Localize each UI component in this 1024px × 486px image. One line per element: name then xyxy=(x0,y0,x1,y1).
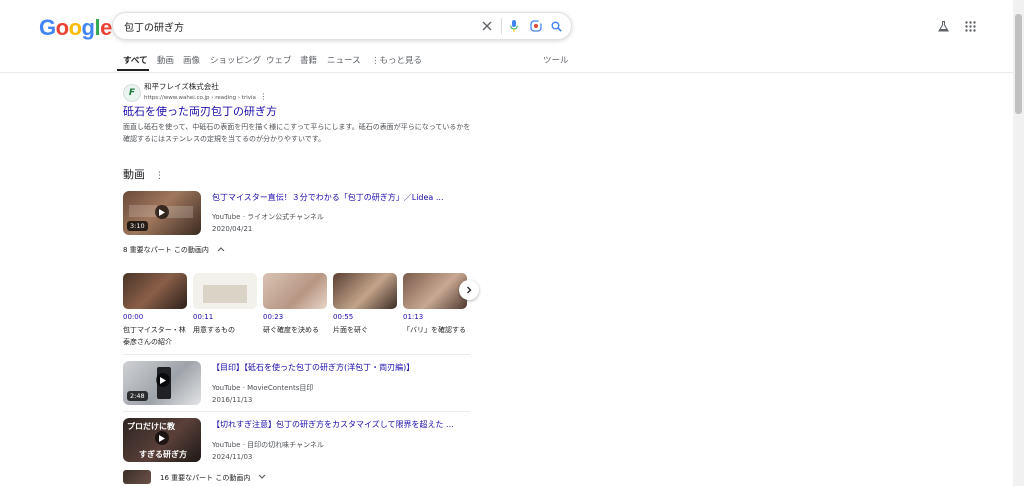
scrollbar-thumb[interactable] xyxy=(1015,14,1022,114)
key-moment-thumbnail[interactable] xyxy=(403,273,467,309)
key-moment-thumbnail[interactable] xyxy=(123,273,187,309)
site-name[interactable]: 和平フレイズ株式会社 xyxy=(144,81,219,92)
logo-letter: e xyxy=(100,15,112,40)
thumbnail-overlay xyxy=(203,285,247,303)
key-moment-time[interactable]: 00:55 xyxy=(333,313,353,321)
key-moments-mini-thumbnail xyxy=(123,470,151,484)
tab-shopping[interactable]: ショッピング xyxy=(210,54,261,66)
result-snippet: 面直し砥石を使って、中砥石の表面を円を描く様にこすって平らにします。砥石の表面が… xyxy=(123,123,471,143)
next-moments-button[interactable] xyxy=(459,280,479,300)
tab-books[interactable]: 書籍 xyxy=(300,54,317,66)
key-moments-toggle[interactable]: 8 重要なパート この動画内 xyxy=(123,245,225,255)
logo-letter: o xyxy=(55,15,69,40)
play-icon xyxy=(155,205,169,219)
key-moment-thumbnail[interactable] xyxy=(263,273,327,309)
thumbnail-text: プロだけに教 xyxy=(127,422,175,431)
video-title-link[interactable]: 【目印】【砥石を使った包丁の研ぎ方(洋包丁・両刃編)】 xyxy=(212,362,414,373)
video-source: YouTube · 目印の切れ味チャンネル xyxy=(212,441,324,449)
chevron-up-icon xyxy=(217,246,225,254)
videos-heading: 動画 ⋮ xyxy=(123,166,164,182)
lens-icon[interactable] xyxy=(528,18,543,34)
tools-button[interactable]: ツール xyxy=(543,54,569,66)
tab-videos[interactable]: 動画 xyxy=(157,54,174,66)
result-title-link[interactable]: 砥石を使った両刃包丁の研ぎ方 xyxy=(123,103,277,119)
tab-web[interactable]: ウェブ xyxy=(266,54,292,66)
logo-letter: G xyxy=(39,15,56,40)
play-icon xyxy=(156,373,170,387)
thumbnail-text: すぎる研ぎ方 xyxy=(139,450,187,459)
video-title-link[interactable]: 【切れすぎ注意】包丁の研ぎ方をカスタマイズして限界を超えた ... xyxy=(212,419,454,430)
video-date: 2020/04/21 xyxy=(212,225,253,233)
tab-more[interactable]: ⋮もっと見る xyxy=(371,54,422,66)
key-moment-time[interactable]: 00:23 xyxy=(263,313,283,321)
flask-icon[interactable] xyxy=(936,19,950,33)
video-source: YouTube · MovieContents目印 xyxy=(212,384,314,392)
apps-grid-icon[interactable] xyxy=(963,19,977,33)
video-date: 2016/11/13 xyxy=(212,396,253,404)
tab-more-label: もっと見る xyxy=(379,56,423,66)
key-moments-label: 8 重要なパート この動画内 xyxy=(123,246,209,254)
videos-heading-label: 動画 xyxy=(123,168,145,181)
more-vert-icon[interactable]: ⋮ xyxy=(155,171,164,181)
tab-all[interactable]: すべて xyxy=(123,54,148,66)
google-logo[interactable]: Google xyxy=(39,15,112,41)
result-url-text: https://www.wahei.co.jp › reading › triv… xyxy=(144,95,256,101)
video-thumbnail[interactable]: 3:10 xyxy=(123,191,201,235)
more-vert-icon[interactable]: ⋮ xyxy=(259,92,267,101)
search-box[interactable]: 包丁の研ぎ方 xyxy=(112,12,572,40)
thumbnail-overlay xyxy=(129,205,157,217)
key-moment-time[interactable]: 00:00 xyxy=(123,313,143,321)
search-icon[interactable] xyxy=(549,18,564,34)
key-moment-time[interactable]: 01:13 xyxy=(403,313,423,321)
chevron-right-icon xyxy=(467,286,472,294)
key-moment-label[interactable]: 「バリ」を確認する xyxy=(403,324,467,336)
logo-letter: g xyxy=(81,15,95,40)
tab-images[interactable]: 画像 xyxy=(183,54,200,66)
mic-icon[interactable] xyxy=(507,18,521,34)
video-date: 2024/11/03 xyxy=(212,453,253,461)
result-url[interactable]: https://www.wahei.co.jp › reading › triv… xyxy=(144,92,267,101)
key-moment-label[interactable]: 用意するもの xyxy=(193,324,259,336)
header: Google 包丁の研ぎ方 xyxy=(0,0,1013,73)
video-title-link[interactable]: 包丁マイスター直伝！３分でわかる「包丁の研ぎ方」／Lidea ... xyxy=(212,192,444,203)
key-moment-thumbnail[interactable] xyxy=(333,273,397,309)
close-icon[interactable] xyxy=(480,19,494,33)
key-moments-toggle[interactable]: 16 重要なパート この動画内 xyxy=(160,473,266,483)
search-input[interactable]: 包丁の研ぎ方 xyxy=(124,19,184,34)
key-moments-label: 16 重要なパート この動画内 xyxy=(160,474,251,482)
logo-letter: o xyxy=(68,15,82,40)
thumbnail-overlay xyxy=(167,206,193,218)
separator xyxy=(501,18,502,34)
key-moment-label[interactable]: 片面を研ぐ xyxy=(333,324,399,336)
scrollbar[interactable] xyxy=(1013,0,1024,486)
more-vert-icon: ⋮ xyxy=(371,56,380,66)
active-tab-indicator xyxy=(117,69,149,71)
video-thumbnail[interactable]: プロだけに教 すぎる研ぎ方 xyxy=(123,418,201,462)
video-duration: 3:10 xyxy=(127,221,148,231)
site-favicon: F xyxy=(123,84,141,102)
video-duration: 2:48 xyxy=(127,391,148,401)
key-moment-label[interactable]: 包丁マイスター・林泰彦さんの紹介 xyxy=(123,324,189,348)
play-icon xyxy=(155,431,169,445)
divider xyxy=(123,354,470,355)
video-thumbnail[interactable]: 2:48 xyxy=(123,361,201,405)
key-moment-label[interactable]: 研ぐ確度を決める xyxy=(263,324,329,336)
key-moment-thumbnail[interactable] xyxy=(193,273,257,309)
tab-news[interactable]: ニュース xyxy=(327,54,361,66)
video-source: YouTube · ライオン公式チャンネル xyxy=(212,213,324,221)
chevron-down-icon xyxy=(258,474,266,482)
divider xyxy=(123,411,470,412)
key-moment-time[interactable]: 00:11 xyxy=(193,313,213,321)
